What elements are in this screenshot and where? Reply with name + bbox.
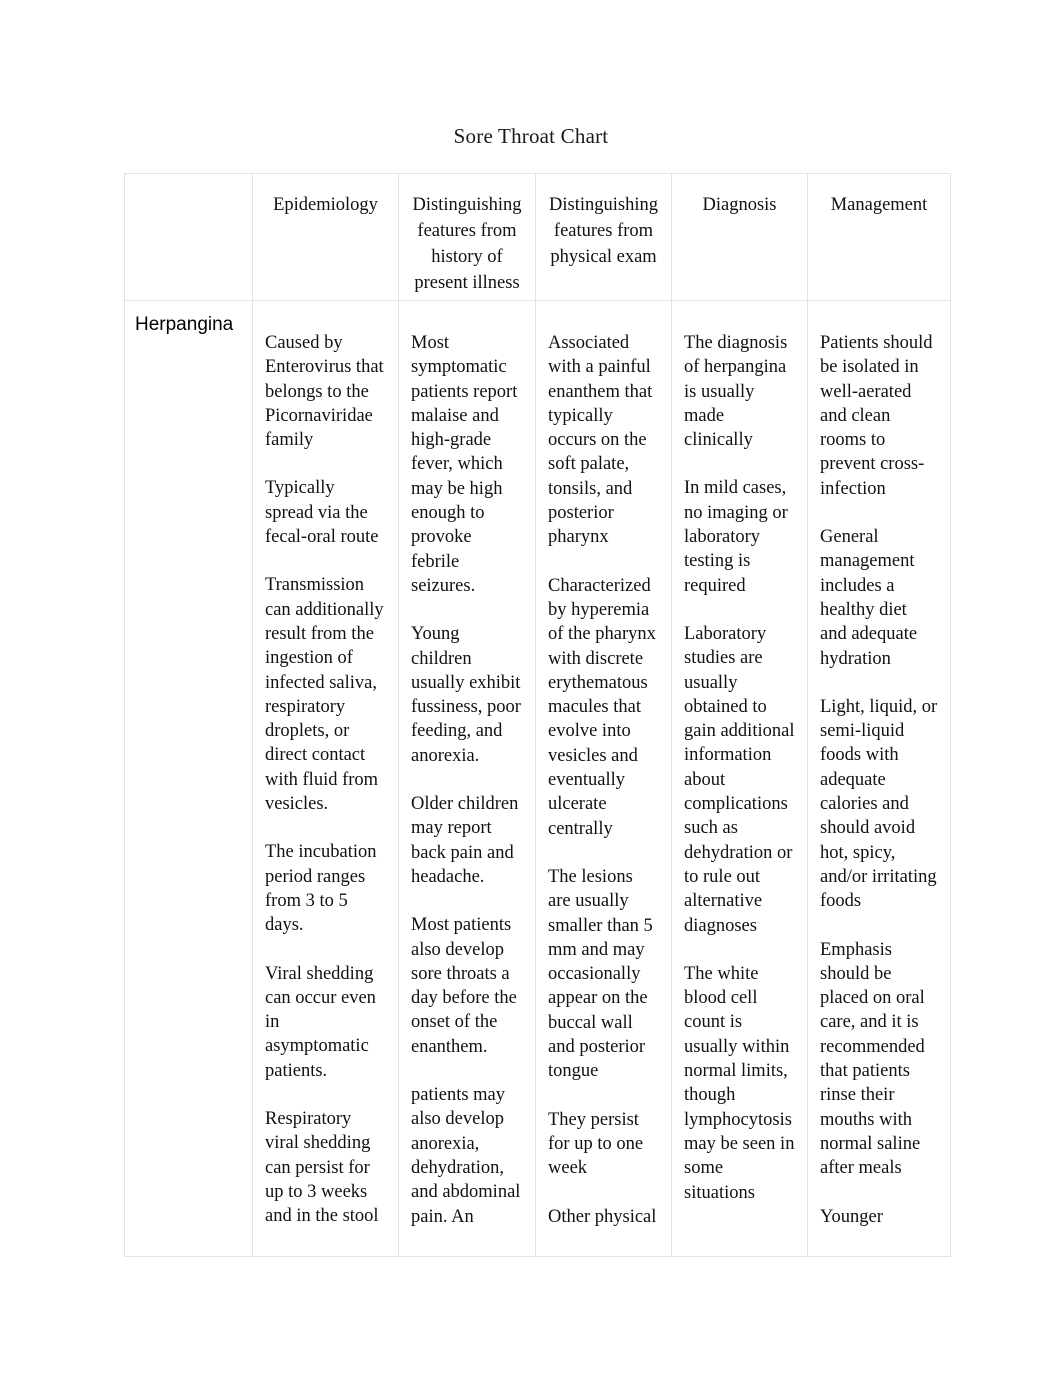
column-header-hpi-label: Distinguishing features from history of …: [412, 195, 522, 293]
paragraph: Other physical examination findings incl…: [548, 1206, 657, 1227]
column-header-hpi: Distinguishing features from history of …: [398, 173, 536, 301]
page-title: Sore Throat Chart: [453, 124, 609, 148]
paragraph: patients may also develop anorexia, dehy…: [411, 1085, 521, 1226]
paragraph: Older children may report back pain and …: [411, 794, 519, 887]
column-header-diagnosis: Diagnosis: [671, 173, 808, 301]
paragraph: Viral shedding can occur even in asympto…: [265, 963, 376, 1081]
paragraph: The diagnosis of herpangina is usually m…: [684, 333, 788, 451]
column-header-epidemiology-label: Epidemiology: [273, 195, 378, 215]
cell-diagnosis: The diagnosis of herpangina is usually m…: [671, 300, 808, 1257]
cell-physical-exam: Associated with a painful enanthem that …: [535, 300, 672, 1257]
column-header-epidemiology: Epidemiology: [252, 173, 399, 301]
cell-management: Patients should be isolated in well-aera…: [807, 300, 951, 1257]
cell-hpi-text: Most symptomatic patients report malaise…: [400, 302, 535, 1226]
paragraph: Typically spread via the fecal-oral rout…: [265, 478, 379, 548]
table-row: Herpangina Caused by Enterovirus that be…: [124, 300, 951, 1257]
document-page: Sore Throat Chart Epidemiology Distingui…: [0, 0, 1062, 1376]
paragraph: The white blood cell count is usually wi…: [684, 963, 795, 1203]
paragraph: Associated with a painful enanthem that …: [548, 333, 653, 548]
cell-hpi: Most symptomatic patients report malaise…: [398, 300, 536, 1257]
paragraph: Younger children can have their mouths w…: [820, 1206, 883, 1227]
comparison-table: Epidemiology Distinguishing features fro…: [124, 173, 951, 1257]
paragraph: Most symptomatic patients report malaise…: [411, 333, 518, 596]
paragraph: The incubation period ranges from 3 to 5…: [265, 842, 377, 936]
paragraph: Transmission can additionally result fro…: [265, 575, 384, 815]
cell-management-text: Patients should be isolated in well-aera…: [809, 302, 950, 1227]
paragraph: Respiratory viral shedding can persist f…: [265, 1109, 379, 1226]
column-header-physical-exam: Distinguishing features from physical ex…: [535, 173, 672, 301]
column-header-condition-label: [125, 174, 252, 300]
cell-physical-exam-text: Associated with a painful enanthem that …: [537, 302, 671, 1227]
row-label-condition: Herpangina: [135, 314, 234, 335]
column-header-physical-exam-label: Distinguishing features from physical ex…: [549, 195, 658, 267]
table-header-row: Epidemiology Distinguishing features fro…: [124, 173, 951, 301]
cell-epidemiology: Caused by Enterovirus that belongs to th…: [252, 300, 399, 1257]
paragraph: They persist for up to one week: [548, 1109, 644, 1179]
paragraph: Light, liquid, or semi-liquid foods with…: [820, 696, 938, 912]
paragraph: Laboratory studies are usually obtained …: [684, 623, 795, 936]
paragraph: General management includes a healthy di…: [820, 527, 918, 669]
sore-throat-chart: Epidemiology Distinguishing features fro…: [124, 173, 951, 1257]
cell-condition: Herpangina: [124, 300, 253, 1257]
paragraph: Caused by Enterovirus that belongs to th…: [265, 333, 384, 451]
column-header-management: Management: [807, 173, 951, 301]
paragraph: The lesions are usually smaller than 5 m…: [548, 866, 653, 1082]
paragraph: In mild cases, no imaging or laboratory …: [684, 478, 788, 596]
paragraph: Characterized by hyperemia of the pharyn…: [548, 575, 656, 839]
column-header-condition: [124, 173, 253, 301]
column-header-management-label: Management: [830, 195, 928, 215]
paragraph: Most patients also develop sore throats …: [411, 915, 517, 1057]
paragraph: Emphasis should be placed on oral care, …: [820, 939, 925, 1179]
cell-epidemiology-text: Caused by Enterovirus that belongs to th…: [254, 302, 398, 1226]
paragraph: Patients should be isolated in well-aera…: [820, 333, 933, 499]
paragraph: Young children usually exhibit fussiness…: [411, 624, 521, 766]
cell-diagnosis-text: The diagnosis of herpangina is usually m…: [673, 302, 807, 1227]
column-header-diagnosis-label: Diagnosis: [702, 195, 777, 215]
